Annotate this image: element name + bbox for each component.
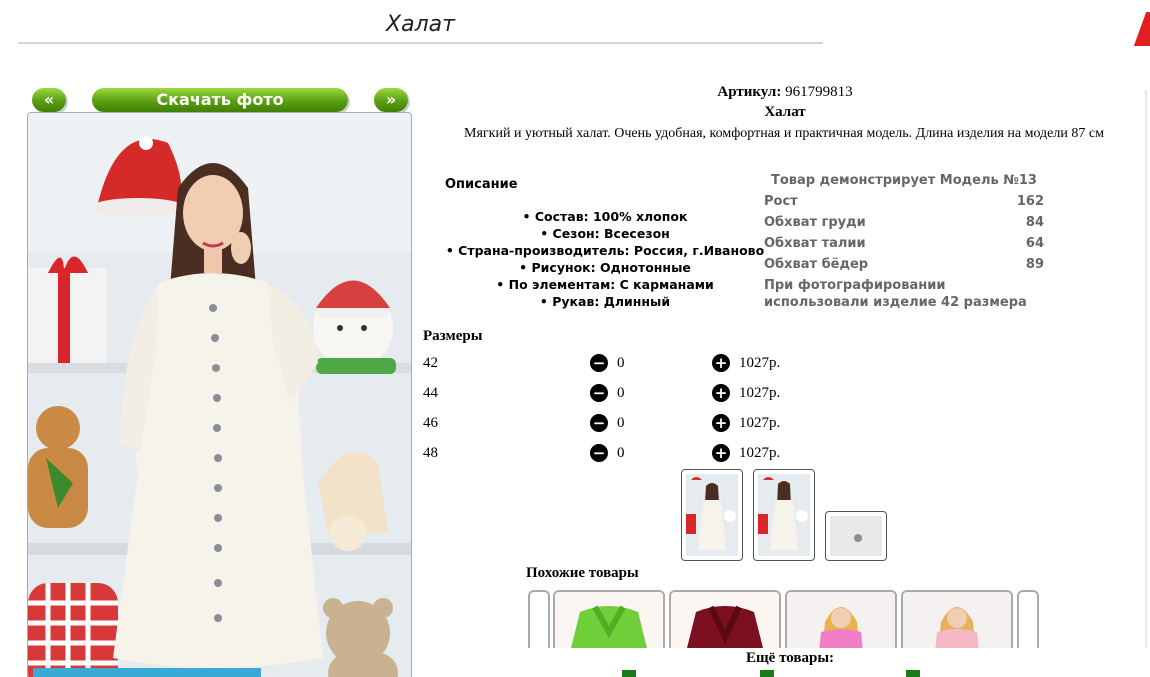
plus-icon[interactable]: + xyxy=(712,354,730,372)
size-value: 44 xyxy=(423,385,438,401)
similar-heading: Похожие товары xyxy=(526,565,639,581)
spec-item: Состав: 100% хлопок xyxy=(440,208,770,225)
model-row-value: 64 xyxy=(1025,236,1044,251)
model-row-label: Рост xyxy=(764,194,798,209)
article-label: Артикул: xyxy=(717,84,782,100)
size-value: 48 xyxy=(423,445,438,461)
more-link[interactable] xyxy=(906,670,920,677)
more-heading: Ещё товары: xyxy=(742,650,839,667)
thumbnail-front[interactable] xyxy=(681,469,743,561)
more-link[interactable] xyxy=(760,670,774,677)
minus-icon[interactable]: − xyxy=(590,444,608,462)
model-row-value: 89 xyxy=(1025,257,1044,272)
size-row: 44 − 0 + 1027р. xyxy=(423,383,803,405)
quantity-value: 0 xyxy=(617,355,625,371)
model-row-label: Обхват талии xyxy=(764,236,866,251)
model-row: Обхват бёдер 89 xyxy=(764,254,1044,275)
specs-list: Состав: 100% хлопок Сезон: Всесезон Стра… xyxy=(440,208,770,310)
quantity-value: 0 xyxy=(617,445,625,461)
size-value: 42 xyxy=(423,355,438,371)
download-photo-button[interactable]: Скачать фото xyxy=(92,88,348,112)
price-value: 1027р. xyxy=(739,385,781,401)
model-row: Рост 162 xyxy=(764,191,1044,212)
price-value: 1027р. xyxy=(739,415,781,431)
size-row: 48 − 0 + 1027р. xyxy=(423,443,803,465)
logo-icon xyxy=(1133,12,1150,46)
specs-heading: Описание xyxy=(445,177,518,192)
model-note: При фотографировании использовали издели… xyxy=(764,278,1027,310)
minus-icon[interactable]: − xyxy=(590,354,608,372)
quantity-value: 0 xyxy=(617,385,625,401)
model-row-value: 84 xyxy=(1025,215,1044,230)
more-links xyxy=(620,670,1020,677)
model-row-label: Обхват бёдер xyxy=(764,257,869,272)
size-value: 46 xyxy=(423,415,438,431)
price-value: 1027р. xyxy=(739,445,781,461)
thumbnail-detail[interactable] xyxy=(825,511,887,561)
main-product-photo[interactable] xyxy=(27,112,412,677)
thumbnail-back[interactable] xyxy=(753,469,815,561)
model-row: Обхват груди 84 xyxy=(764,212,1044,233)
sizes-heading: Размеры xyxy=(423,328,483,344)
prev-photo-button[interactable]: « xyxy=(32,88,66,112)
model-title: Товар демонстрирует Модель №13 xyxy=(771,173,1037,188)
model-row-label: Обхват груди xyxy=(764,215,866,230)
plus-icon[interactable]: + xyxy=(712,384,730,402)
model-row: Обхват талии 64 xyxy=(764,233,1044,254)
model-row-value: 162 xyxy=(1016,194,1044,209)
plus-icon[interactable]: + xyxy=(712,444,730,462)
plus-icon[interactable]: + xyxy=(712,414,730,432)
spec-item: По элементам: С карманами xyxy=(440,276,770,293)
size-row: 46 − 0 + 1027р. xyxy=(423,413,803,435)
model-measurements: Товар демонстрирует Модель №13 Рост 162 … xyxy=(764,173,1044,311)
more-link[interactable] xyxy=(622,670,636,677)
price-value: 1027р. xyxy=(739,355,781,371)
quantity-value: 0 xyxy=(617,415,625,431)
spec-item: Рукав: Длинный xyxy=(440,293,770,310)
product-name: Халат xyxy=(764,104,806,120)
next-photo-button[interactable]: » xyxy=(374,88,408,112)
minus-icon[interactable]: − xyxy=(590,384,608,402)
size-row: 42 − 0 + 1027р. xyxy=(423,353,803,375)
spec-item: Страна-производитель: Россия, г.Иваново xyxy=(440,242,770,259)
minus-icon[interactable]: − xyxy=(590,414,608,432)
page-title: Халат xyxy=(18,12,823,44)
right-divider xyxy=(1145,90,1147,650)
spec-item: Рисунок: Однотонные xyxy=(440,259,770,276)
product-description: Мягкий и уютный халат. Очень удобная, ко… xyxy=(464,126,1104,141)
article-value: 961799813 xyxy=(785,84,853,100)
article-line: Артикул: 961799813 xyxy=(420,84,1150,101)
spec-item: Сезон: Всесезон xyxy=(440,225,770,242)
